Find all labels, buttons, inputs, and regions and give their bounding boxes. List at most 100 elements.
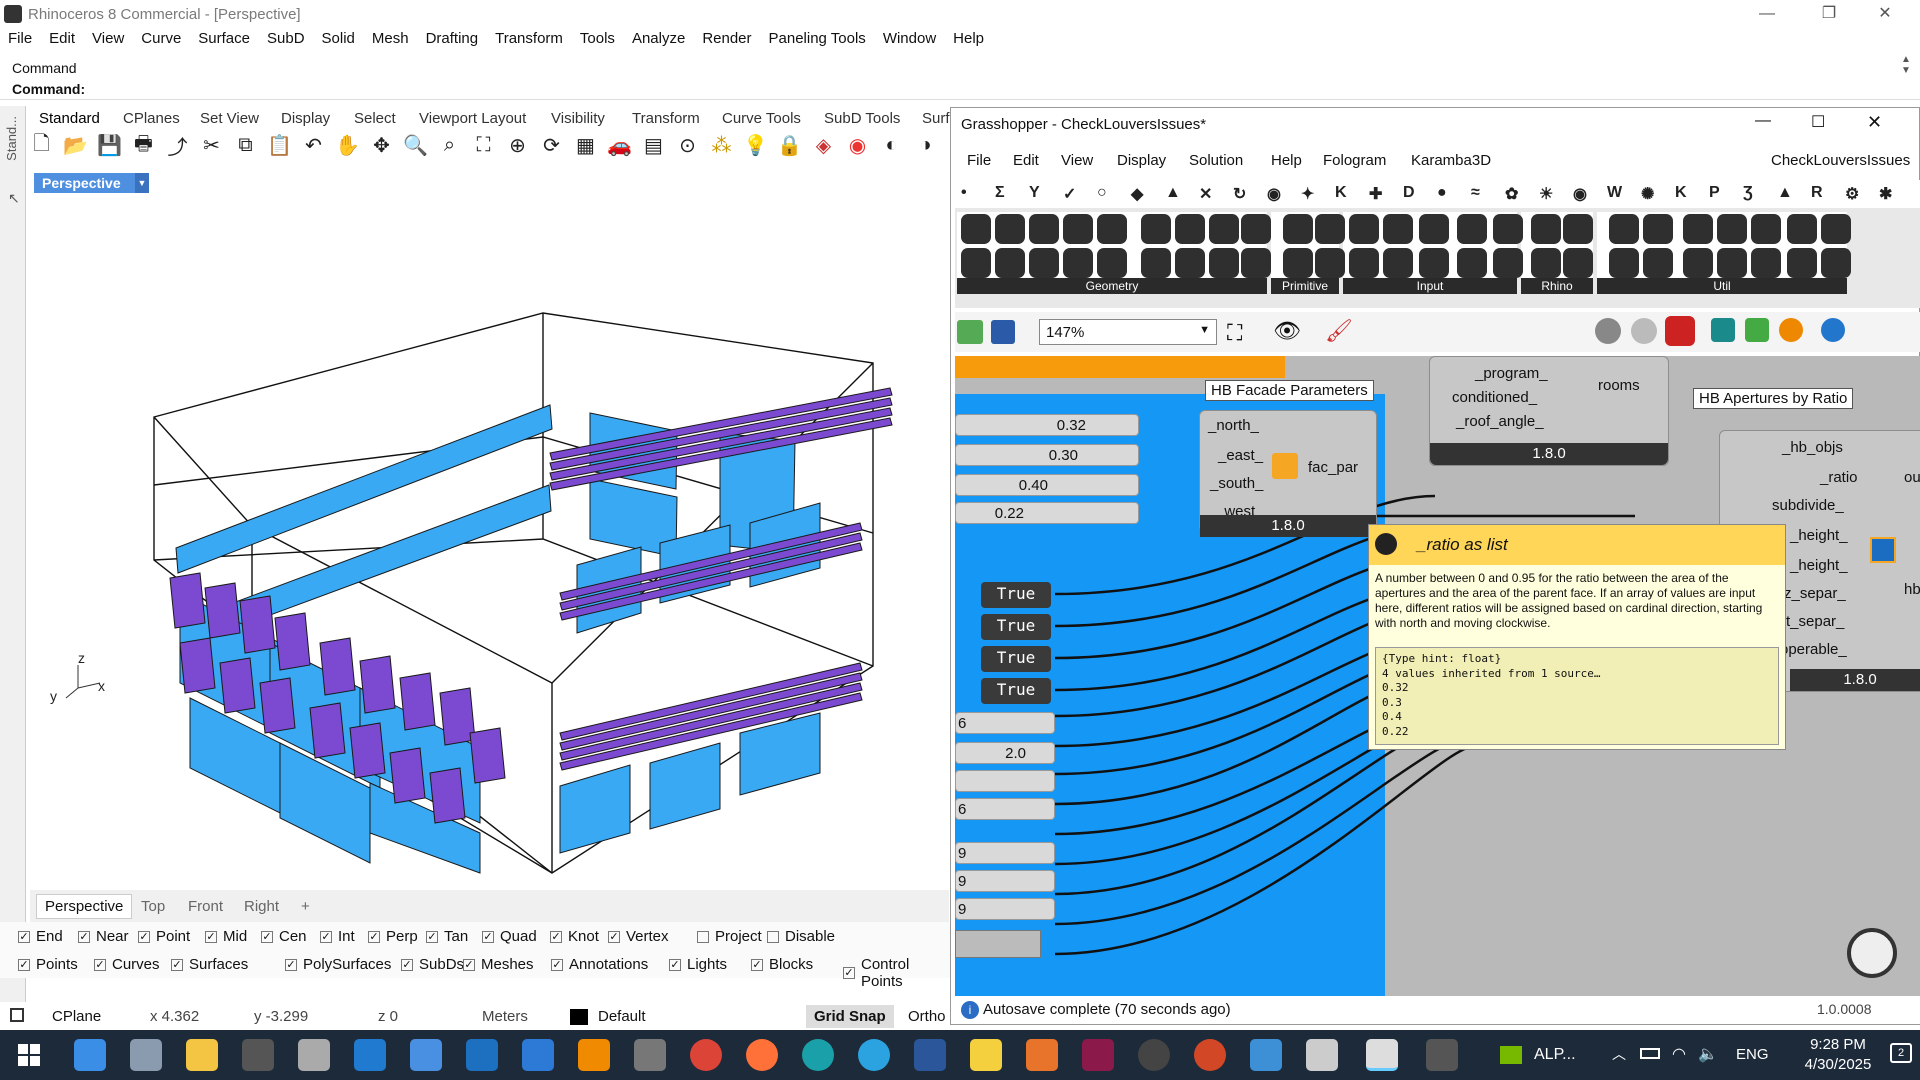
zoom-extents-icon[interactable]: ⛶: [1227, 320, 1242, 346]
taskbar-chrome-icon[interactable]: [690, 1039, 722, 1071]
tray-date[interactable]: 4/30/2025: [1798, 1056, 1878, 1073]
gh-component-20-icon[interactable]: [1283, 248, 1313, 278]
checkbox-icon[interactable]: ✓: [551, 958, 563, 971]
taskbar-word-icon[interactable]: [914, 1039, 946, 1071]
gh-component-16-icon[interactable]: [1209, 248, 1239, 278]
menu-render[interactable]: Render: [694, 28, 760, 47]
facade-input-north[interactable]: _north_: [1208, 417, 1259, 434]
close-button[interactable]: ✕: [1862, 0, 1908, 30]
checkbox-icon[interactable]: ✓: [751, 958, 763, 971]
tab-viewport-layout[interactable]: Viewport Layout: [419, 110, 526, 127]
gh-component-34-icon[interactable]: [1531, 248, 1561, 278]
menu-surface[interactable]: Surface: [190, 28, 259, 47]
gh-component-45-icon[interactable]: [1751, 214, 1781, 244]
ap-input-z-separ[interactable]: z_separ_: [1784, 585, 1846, 602]
osnap-near[interactable]: ✓ Near: [78, 928, 129, 945]
gh-component-40-icon[interactable]: [1643, 248, 1673, 278]
gh-tab-26-icon[interactable]: R: [1811, 184, 1823, 202]
filter-annotations[interactable]: ✓ Annotations: [551, 956, 648, 973]
taskbar-calculator-icon[interactable]: [242, 1039, 274, 1071]
gh-tab-10-icon[interactable]: ◉: [1267, 184, 1281, 204]
gh-menu-file[interactable]: File: [967, 152, 991, 169]
vp-tab-perspective[interactable]: Perspective: [36, 894, 133, 919]
gh-tab-13-icon[interactable]: ✚: [1369, 184, 1382, 204]
gh-component-4-icon[interactable]: [995, 248, 1025, 278]
side-toolbar-label[interactable]: Stand...: [4, 116, 19, 161]
gh-component-10-icon[interactable]: [1097, 248, 1127, 278]
gh-component-36-icon[interactable]: [1563, 248, 1593, 278]
gh-component-43-icon[interactable]: [1717, 214, 1747, 244]
tab-curve-tools[interactable]: Curve Tools: [722, 110, 801, 127]
tab-select[interactable]: Select: [354, 110, 396, 127]
minimize-button[interactable]: —: [1744, 0, 1790, 30]
start-windows-icon[interactable]: [18, 1044, 40, 1066]
gh-tab-12-icon[interactable]: K: [1335, 184, 1347, 202]
gh-tab-8-icon[interactable]: ✕: [1199, 184, 1212, 204]
checkbox-icon[interactable]: ✓: [401, 958, 413, 971]
status-units[interactable]: Meters: [482, 1008, 528, 1025]
display-mode-4-icon[interactable]: [1821, 318, 1845, 342]
slider-d[interactable]: 6: [955, 798, 1055, 820]
tab-set-view[interactable]: Set View: [200, 110, 259, 127]
preview-mode-shaded-icon[interactable]: [1631, 318, 1657, 344]
gh-tab-17-icon[interactable]: ✿: [1505, 184, 1518, 204]
menu-help[interactable]: Help: [945, 28, 993, 47]
gh-component-7-icon[interactable]: [1063, 214, 1093, 244]
gh-tab-9-icon[interactable]: ↻: [1233, 184, 1246, 204]
gh-component-26-icon[interactable]: [1383, 248, 1413, 278]
tray-wifi-icon[interactable]: ◠: [1672, 1044, 1686, 1064]
taskbar-winrar-icon[interactable]: [1082, 1039, 1114, 1071]
taskbar-folder-icon[interactable]: [186, 1039, 218, 1071]
gh-component-28-icon[interactable]: [1419, 248, 1449, 278]
gh-tab-14-icon[interactable]: D: [1403, 184, 1415, 202]
gh-component-27-icon[interactable]: [1419, 214, 1449, 244]
taskbar-sticky-icon[interactable]: [970, 1039, 1002, 1071]
toggle-4[interactable]: True: [981, 678, 1051, 704]
taskbar-edge-icon[interactable]: [802, 1039, 834, 1071]
gh-tab-20-icon[interactable]: W: [1607, 184, 1622, 202]
gh-component-38-icon[interactable]: [1609, 248, 1639, 278]
slider-b[interactable]: 2.0: [955, 742, 1055, 764]
slider-north[interactable]: 0.32: [955, 414, 1139, 436]
gh-menu-fologram[interactable]: Fologram: [1323, 152, 1386, 169]
undo-icon[interactable]: ↶: [300, 132, 327, 159]
checkbox-icon[interactable]: ✓: [285, 958, 297, 971]
room-input-conditioned[interactable]: conditioned_: [1452, 389, 1537, 406]
room-input-program[interactable]: _program_: [1475, 365, 1548, 382]
menu-drafting[interactable]: Drafting: [418, 28, 488, 47]
filter-lights[interactable]: ✓ Lights: [669, 956, 727, 973]
pan-icon[interactable]: ✋: [334, 132, 361, 159]
gh-component-41-icon[interactable]: [1683, 214, 1713, 244]
taskbar-rhino-icon[interactable]: [1366, 1039, 1398, 1071]
tray-battery-icon[interactable]: [1640, 1048, 1660, 1059]
layer-color-swatch[interactable]: [570, 1009, 588, 1025]
menu-window[interactable]: Window: [875, 28, 945, 47]
preview-eye-icon[interactable]: 👁: [1273, 318, 1301, 344]
gh-minimize-button[interactable]: —: [1755, 112, 1771, 130]
toggle-3[interactable]: True: [981, 646, 1051, 672]
copy-icon[interactable]: ⧉: [232, 132, 259, 159]
gh-component-11-icon[interactable]: [1141, 214, 1171, 244]
menu-paneling-tools[interactable]: Paneling Tools: [761, 28, 875, 47]
taskbar-clapper-icon[interactable]: [634, 1039, 666, 1071]
gh-tab-3-icon[interactable]: Y: [1029, 184, 1040, 202]
taskbar-media-icon[interactable]: [1138, 1039, 1170, 1071]
menu-edit[interactable]: Edit: [41, 28, 84, 47]
gh-component-5-icon[interactable]: [1029, 214, 1059, 244]
grid-snap-toggle[interactable]: Grid Snap: [806, 1005, 894, 1028]
save-document-icon[interactable]: [991, 320, 1015, 344]
gh-tab-2-icon[interactable]: Σ: [995, 184, 1005, 202]
tab-transform[interactable]: Transform: [632, 110, 700, 127]
cut-icon[interactable]: ✂: [198, 132, 225, 159]
gh-component-2-icon[interactable]: [961, 248, 991, 278]
gh-component-18-icon[interactable]: [1241, 248, 1271, 278]
print-icon[interactable]: 🖶: [130, 132, 157, 159]
zoom-extents-icon[interactable]: ⛶: [470, 132, 497, 159]
gh-tab-24-icon[interactable]: Ʒ: [1743, 184, 1753, 202]
checkbox-icon[interactable]: ✓: [320, 930, 332, 943]
ap-input-operable[interactable]: operable_: [1780, 641, 1847, 658]
taskbar-app22-icon[interactable]: [1306, 1039, 1338, 1071]
restore-button[interactable]: ❐: [1806, 0, 1852, 30]
osnap-tan[interactable]: ✓ Tan: [426, 928, 468, 945]
checkbox-icon[interactable]: ✓: [138, 930, 150, 943]
